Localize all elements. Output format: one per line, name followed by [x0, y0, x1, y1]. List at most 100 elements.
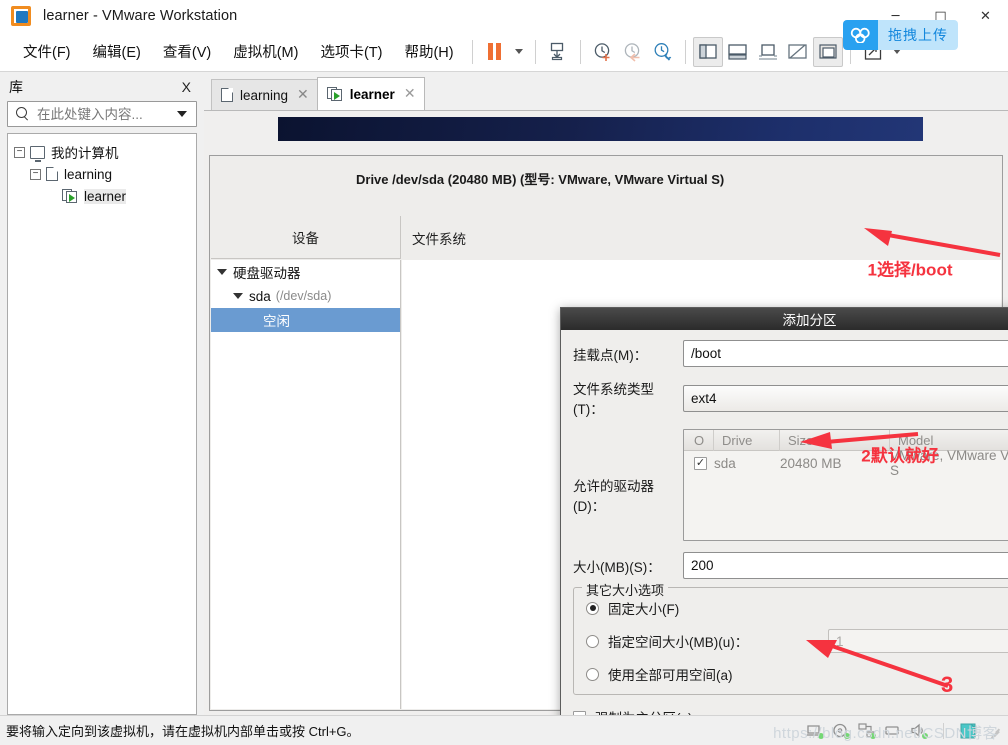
tree-item-learning[interactable]: − learning	[8, 163, 196, 185]
option-specify-size[interactable]: 指定空间大小(MB)(u)： 1 ▲▼	[586, 629, 1008, 653]
device-row-sda[interactable]: sda (/dev/sda)	[211, 284, 400, 308]
show-console-view-icon[interactable]	[723, 37, 753, 67]
expander-icon[interactable]	[233, 293, 243, 299]
status-separator	[943, 722, 944, 739]
drag-upload-badge[interactable]: 拖拽上传	[843, 20, 958, 50]
device-list[interactable]: 硬盘驱动器 sda (/dev/sda) 空闲	[211, 260, 401, 709]
unity-status-icon[interactable]	[960, 723, 977, 739]
close-library-icon[interactable]: X	[178, 79, 195, 95]
close-button[interactable]: ✕	[963, 0, 1008, 32]
fs-type-combo[interactable]: ext4 ▲▼	[683, 384, 1008, 412]
tab-learner[interactable]: learner ✕	[316, 77, 425, 110]
specify-size-value: 1	[836, 633, 844, 649]
device-label: 硬盘驱动器	[233, 266, 301, 281]
checkbox-label: 强制为主分区(p)	[595, 707, 693, 715]
size-label: 大小(MB)(S)：	[573, 559, 661, 575]
status-icons	[806, 722, 1008, 739]
allowed-drives-table[interactable]: O Drive Size Model ✓ sda 20480 MB VMware	[683, 429, 1008, 541]
force-primary-row[interactable]: 强制为主分区(p)	[573, 707, 1008, 715]
radio-fixed-size[interactable]	[586, 601, 599, 615]
tree-item-my-computer[interactable]: − 我的计算机	[8, 141, 196, 163]
install-tools-icon[interactable]	[543, 37, 573, 67]
unity-mode-icon[interactable]	[812, 36, 843, 67]
annotation-label-3: 3	[941, 672, 954, 697]
device-label: 空闲	[263, 314, 290, 329]
tab-bar: learning ✕ learner ✕	[204, 73, 1008, 110]
toolbar-separator	[579, 39, 581, 64]
resize-grip[interactable]	[988, 725, 1000, 738]
vm-icon	[62, 189, 78, 203]
device-label: sda	[249, 288, 271, 304]
library-sidebar: 库 X − 我的计算机 − learning learner	[0, 73, 204, 715]
cd-dvd-status-icon[interactable]	[832, 723, 850, 739]
cell-drive: sda	[714, 455, 736, 471]
menu-help[interactable]: 帮助(H)	[393, 37, 464, 66]
menu-file[interactable]: 文件(F)	[12, 37, 82, 66]
expander-icon[interactable]: −	[14, 146, 25, 158]
option-fixed-size[interactable]: 固定大小(F)	[586, 598, 1008, 618]
folder-icon	[46, 167, 58, 181]
column-header-device: 设备	[211, 216, 401, 259]
installer-banner	[278, 117, 923, 141]
checkbox-force-primary[interactable]	[573, 710, 586, 715]
toolbar-separator	[534, 39, 536, 64]
network-status-icon[interactable]	[858, 723, 876, 739]
toolbar-separator	[471, 39, 473, 64]
drive-checkbox[interactable]: ✓	[694, 456, 707, 470]
add-partition-dialog: 添加分区 挂载点(M)： /boot 文件系统类型(T)： ext4 允许的驱动…	[560, 307, 1008, 715]
column-header-filesystem: 文件系统	[412, 231, 466, 247]
sound-status-icon[interactable]	[910, 723, 928, 739]
console-settings-icon[interactable]	[783, 37, 813, 67]
search-input[interactable]	[35, 105, 172, 123]
library-search[interactable]	[7, 101, 197, 127]
tab-learning[interactable]: learning ✕	[211, 79, 318, 110]
hard-disk-status-icon[interactable]	[806, 723, 824, 739]
menu-vm[interactable]: 虚拟机(M)	[222, 37, 309, 66]
vm-icon	[326, 87, 343, 101]
revert-snapshot-icon[interactable]	[618, 37, 648, 67]
status-bar: 要将输入定向到该虚拟机，请在虚拟机内部单击或按 Ctrl+G。	[0, 715, 1008, 745]
radio-specify-size[interactable]	[586, 634, 599, 648]
show-library-icon[interactable]	[692, 36, 723, 67]
tree-item-label: learning	[64, 166, 113, 182]
column-header-check: O	[684, 429, 714, 451]
search-dropdown-icon[interactable]	[177, 111, 187, 117]
fs-type-row: 文件系统类型(T)： ext4 ▲▼	[573, 378, 1008, 418]
pause-dropdown-icon[interactable]	[514, 49, 523, 54]
expander-icon[interactable]: −	[30, 168, 41, 180]
size-value: 200	[691, 558, 714, 573]
window-title: learner - VMware Workstation	[43, 7, 238, 24]
drag-upload-label: 拖拽上传	[878, 20, 958, 50]
close-tab-icon[interactable]: ✕	[297, 87, 309, 103]
folder-icon	[221, 88, 233, 102]
table-row[interactable]: ✓ sda 20480 MB VMware, VMware Virtual S	[684, 448, 1008, 478]
pause-vm-icon[interactable]	[480, 37, 510, 67]
mount-point-row: 挂载点(M)： /boot	[573, 340, 1008, 367]
mount-point-combo[interactable]: /boot	[683, 340, 1008, 367]
cloud-upload-icon	[843, 20, 878, 50]
menu-view[interactable]: 查看(V)	[152, 37, 222, 66]
column-header-drive: Drive	[714, 429, 780, 451]
library-title: 库	[9, 79, 23, 95]
menu-tabs[interactable]: 选项卡(T)	[309, 37, 393, 66]
status-message: 要将输入定向到该虚拟机，请在虚拟机内部单击或按 Ctrl+G。	[6, 724, 360, 739]
radio-use-all-space[interactable]	[586, 667, 599, 681]
usb-status-icon[interactable]	[884, 723, 901, 738]
close-tab-icon[interactable]: ✕	[404, 86, 416, 102]
expander-icon[interactable]	[217, 269, 227, 275]
vm-screen[interactable]: Drive /dev/sda (20480 MB) (型号: VMware, V…	[204, 110, 1008, 715]
tree-item-label: learner	[84, 188, 127, 204]
tree-item-learner[interactable]: learner	[8, 185, 196, 207]
menu-edit[interactable]: 编辑(E)	[82, 37, 152, 66]
main-area: 库 X − 我的计算机 − learning learner	[0, 73, 1008, 715]
group-label: 其它大小选项	[582, 580, 669, 599]
specify-size-spinbox[interactable]: 1 ▲▼	[828, 629, 1008, 653]
snapshot-manager-icon[interactable]	[648, 37, 678, 67]
take-snapshot-icon[interactable]	[588, 37, 618, 67]
show-thumbnail-bar-icon[interactable]	[753, 37, 783, 67]
size-spinbox[interactable]: 200 ▲▼	[683, 552, 1008, 579]
allowed-drives-row: 允许的驱动器(D)： O Drive Size Model ✓ sda 2048…	[573, 429, 1008, 541]
tab-label: learner	[349, 86, 395, 102]
device-row-free[interactable]: 空闲	[211, 308, 400, 332]
device-row-harddrives[interactable]: 硬盘驱动器	[211, 260, 400, 284]
